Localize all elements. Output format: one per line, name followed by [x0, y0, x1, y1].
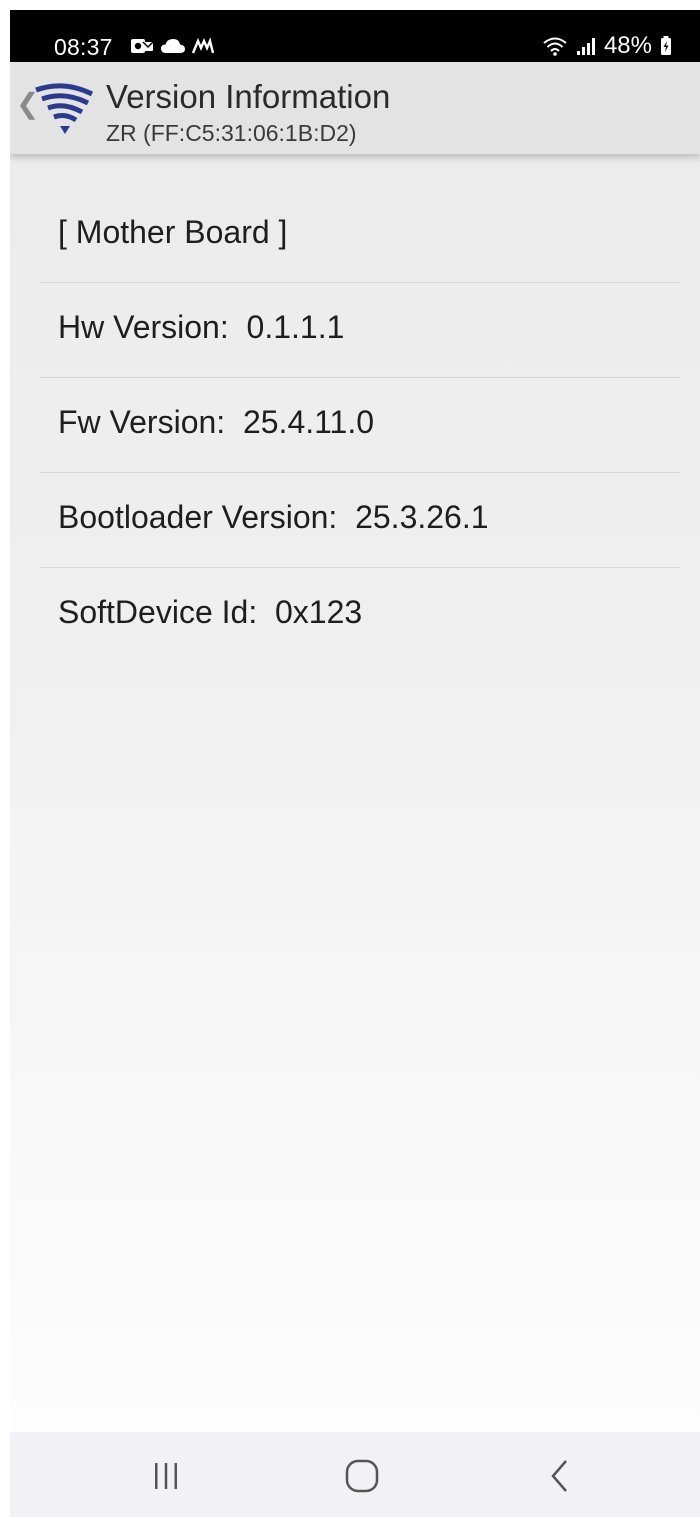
system-nav-bar [10, 1432, 700, 1517]
bootloader-version-text: Bootloader Version: 25.3.26.1 [58, 499, 489, 535]
app-logo-icon [35, 83, 94, 134]
home-icon [345, 1459, 379, 1493]
app-icon [192, 37, 214, 54]
list-item-section-header: [ Mother Board ] [40, 188, 680, 283]
recents-icon [155, 1463, 177, 1489]
version-list: [ Mother Board ] Hw Version: 0.1.1.1 Fw … [40, 188, 680, 662]
status-bar: 08:37 48% [10, 10, 700, 62]
back-button[interactable] [530, 1456, 590, 1496]
battery-percentage: 48% [603, 32, 652, 59]
wifi-icon [543, 37, 567, 56]
status-time: 08:37 [54, 34, 113, 60]
device-subtitle: ZR (FF:C5:31:06:1B:D2) [106, 120, 357, 146]
list-item-bootloader-version: Bootloader Version: 25.3.26.1 [40, 473, 680, 568]
page-title: Version Information [106, 78, 391, 115]
list-item-softdevice-id: SoftDevice Id: 0x123 [40, 568, 680, 662]
list-item-fw-version: Fw Version: 25.4.11.0 [40, 378, 680, 473]
recents-button[interactable] [136, 1456, 196, 1496]
app-bar: ❮ Version Information ZR (FF:C5:31:06:1B… [10, 62, 700, 154]
fw-version-text: Fw Version: 25.4.11.0 [58, 404, 375, 440]
phone-screen: 08:37 48% ❮ Version Information ZR (FF:C… [10, 10, 700, 1517]
battery-icon [661, 36, 671, 55]
cloud-icon [161, 39, 185, 53]
list-item-hw-version: Hw Version: 0.1.1.1 [40, 283, 680, 378]
notification-icons [130, 36, 214, 56]
hw-version-text: Hw Version: 0.1.1.1 [58, 309, 345, 345]
back-icon [551, 1460, 567, 1492]
version-content: [ Mother Board ] Hw Version: 0.1.1.1 Fw … [10, 154, 700, 1432]
section-header: [ Mother Board ] [58, 214, 288, 250]
home-button[interactable] [332, 1456, 392, 1496]
outlook-icon [131, 39, 154, 53]
system-icons: 48% [542, 32, 672, 60]
signal-icon [576, 38, 595, 55]
softdevice-id-text: SoftDevice Id: 0x123 [58, 594, 363, 630]
